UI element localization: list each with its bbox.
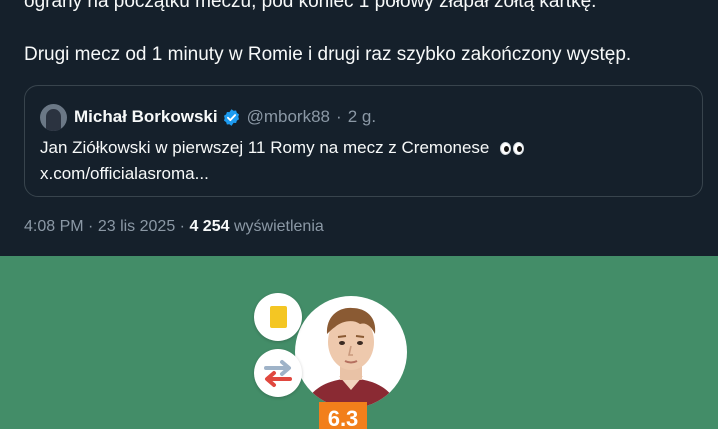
yellow-card-icon — [270, 306, 287, 328]
quoted-link[interactable]: x.com/officialasroma... — [40, 164, 209, 184]
quoted-author-name[interactable]: Michał Borkowski — [74, 107, 218, 127]
substitution-icon — [264, 360, 292, 387]
quoted-time-ago[interactable]: 2 g. — [348, 107, 376, 127]
meta-separator: · — [179, 218, 190, 235]
player-rating-badge: 6.3 — [319, 402, 367, 429]
quoted-author-handle[interactable]: @mbork88 — [247, 107, 330, 127]
tweet-text-line-2: Drugi mecz od 1 minuty w Romie i drugi r… — [24, 44, 632, 65]
player-photo — [295, 296, 407, 408]
tweet-meta: 4:08 PM · 23 lis 2025 · 4 254 wyświetlen… — [24, 218, 324, 236]
quoted-tweet[interactable]: Michał Borkowski @mbork88 · 2 g. Jan Zió… — [24, 85, 703, 197]
tweet-date[interactable]: 23 lis 2025 — [98, 218, 175, 235]
tweet-media-image[interactable]: 6.3 — [0, 256, 718, 429]
tweet-text-line-1: ograny na początku meczu, pod koniec 1 p… — [24, 0, 597, 12]
eye-icon — [513, 142, 525, 156]
tweet-container: ograny na początku meczu, pod koniec 1 p… — [0, 0, 718, 256]
eyes-emoji-icon — [500, 142, 525, 156]
views-label: wyświetlenia — [233, 218, 324, 235]
eye-icon — [500, 142, 512, 156]
quoted-text: Jan Ziółkowski w pierwszej 11 Romy na me… — [40, 138, 490, 157]
quoted-text-line-1: Jan Ziółkowski w pierwszej 11 Romy na me… — [40, 138, 525, 158]
quoted-tweet-header: Michał Borkowski @mbork88 · 2 g. — [40, 103, 376, 131]
verified-badge-icon — [223, 108, 239, 126]
tweet-time[interactable]: 4:08 PM — [24, 218, 84, 235]
yellow-card-badge — [254, 293, 302, 341]
player-portrait-icon — [303, 307, 399, 408]
substitution-badge — [254, 349, 302, 397]
dot-separator: · — [336, 107, 342, 126]
avatar[interactable] — [40, 103, 67, 131]
views-count: 4 254 — [189, 218, 230, 235]
meta-separator: · — [88, 218, 98, 235]
